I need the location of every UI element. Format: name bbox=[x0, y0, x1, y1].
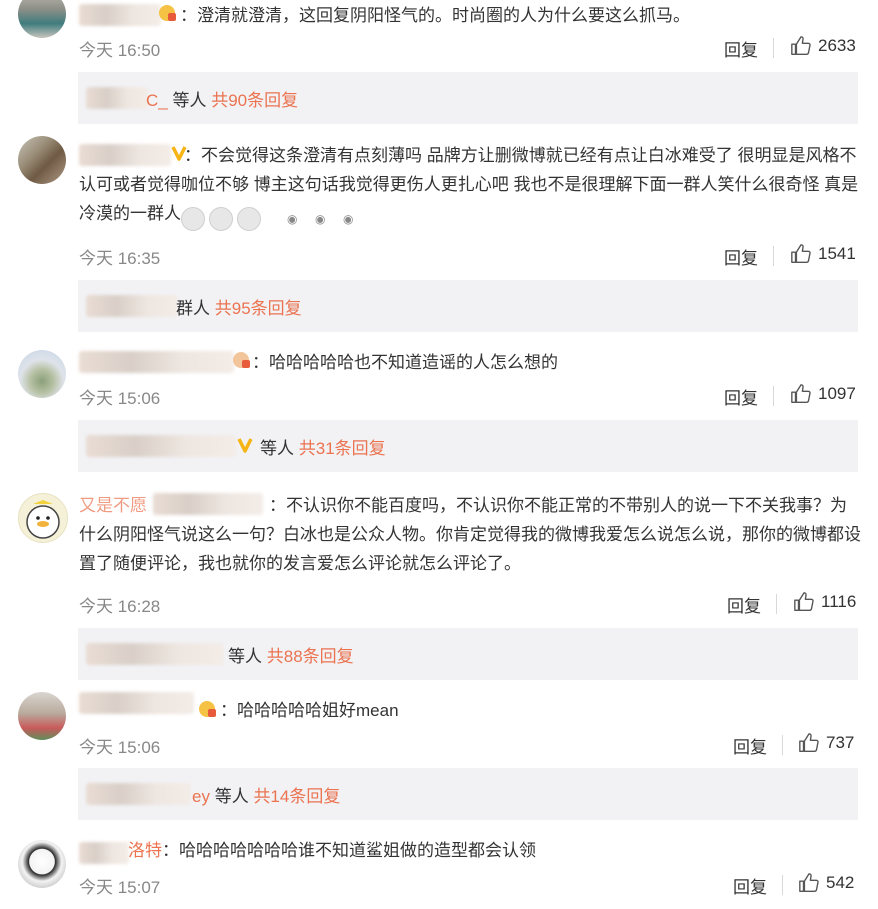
avatar[interactable] bbox=[18, 136, 66, 184]
reply-names-blurred bbox=[86, 783, 191, 805]
comment-item: 又是不愿 ：不认识你不能百度吗，不认识你不能正常的不带别人的说一下不关我事？为什么… bbox=[0, 480, 878, 680]
comment-item: ：哈哈哈哈哈也不知道造谣的人怎么想的 今天 15:06 回复 1097 等人 共… bbox=[0, 340, 878, 480]
reply-names-suffix: 等人 bbox=[214, 787, 249, 806]
comment-time: 今天 15:06 bbox=[79, 389, 161, 408]
like-count: 737 bbox=[826, 733, 855, 752]
avatar[interactable] bbox=[18, 840, 66, 888]
username-blurred[interactable] bbox=[79, 351, 234, 373]
comment-time: 今天 16:50 bbox=[79, 41, 161, 60]
comment-item: 洛特：哈哈哈哈哈哈哈谁不知道鲨姐做的造型都会认领 今天 15:07 回复 542 bbox=[0, 820, 878, 909]
like-button[interactable]: 2633 bbox=[790, 35, 856, 57]
like-button[interactable]: 1116 bbox=[793, 591, 856, 613]
avatar[interactable] bbox=[18, 0, 66, 38]
reply-names-suffix: 等人 bbox=[172, 91, 207, 110]
divider bbox=[776, 594, 777, 614]
reply-count-link[interactable]: 共88条回复 bbox=[267, 647, 354, 666]
comment-text: 洛特：哈哈哈哈哈哈哈谁不知道鲨姐做的造型都会认领 bbox=[128, 836, 828, 865]
reply-names-suffix: 等人 bbox=[260, 439, 294, 458]
crying-emoji-icon: ◉ bbox=[209, 207, 325, 231]
like-count: 1116 bbox=[821, 592, 857, 611]
comment-text: ：澄清就澄清，这回复阴阳怪气的。时尚圈的人为什么要这么抓马。 bbox=[180, 6, 690, 25]
reply-button[interactable]: 回复 bbox=[724, 244, 758, 269]
comment-text: ：哈哈哈哈哈也不知道造谣的人怎么想的 bbox=[252, 353, 558, 372]
thumbs-up-icon bbox=[794, 592, 814, 611]
username-visible-part[interactable]: 洛特 bbox=[128, 841, 162, 860]
reply-button[interactable]: 回复 bbox=[724, 384, 758, 409]
sub-replies-box[interactable]: 等人 共88条回复 bbox=[78, 628, 858, 680]
reply-button[interactable]: 回复 bbox=[724, 36, 758, 61]
thumbs-up-icon bbox=[791, 36, 811, 55]
sub-reply-summary: 等人 共31条回复 bbox=[260, 434, 386, 459]
like-count: 542 bbox=[826, 873, 855, 892]
sub-reply-summary: 等人 共88条回复 bbox=[228, 642, 354, 667]
thumbs-up-icon bbox=[799, 873, 819, 892]
username-blurred[interactable] bbox=[153, 493, 263, 515]
reply-button[interactable]: 回复 bbox=[727, 592, 761, 617]
vip-badge-icon bbox=[232, 351, 250, 371]
username-visible-part[interactable]: 又是不愿 bbox=[79, 496, 147, 515]
thumbs-up-icon bbox=[791, 384, 811, 403]
comment-text-body: ：哈哈哈哈哈哈哈谁不知道鲨姐做的造型都会认领 bbox=[162, 841, 536, 860]
vip-badge-icon bbox=[236, 436, 254, 456]
divider bbox=[782, 735, 783, 755]
comment-text: ：哈哈哈哈哈姐好mean bbox=[220, 701, 399, 720]
comment-time: 今天 15:07 bbox=[79, 878, 161, 897]
like-button[interactable]: 737 bbox=[798, 732, 854, 754]
reply-count-link[interactable]: 共90条回复 bbox=[211, 91, 298, 110]
thumbs-up-icon bbox=[791, 244, 811, 263]
duck-avatar-icon bbox=[26, 500, 60, 539]
like-button[interactable]: 1541 bbox=[790, 243, 856, 265]
reply-names-suffix: 等人 bbox=[228, 647, 262, 666]
avatar[interactable] bbox=[18, 350, 66, 398]
username-blurred[interactable] bbox=[79, 692, 194, 714]
avatar[interactable] bbox=[18, 493, 68, 543]
comment-time: 今天 16:35 bbox=[79, 249, 161, 268]
like-count: 2633 bbox=[818, 36, 856, 55]
comment-item: ：哈哈哈哈哈姐好mean 今天 15:06 回复 737 ey 等人 共14条回… bbox=[0, 680, 878, 820]
reply-name-tail: ey bbox=[192, 787, 210, 806]
comment-item: ：澄清就澄清，这回复阴阳怪气的。时尚圈的人为什么要这么抓马。 今天 16:50 … bbox=[0, 0, 878, 130]
crying-emoji-icon: ◉ bbox=[181, 207, 297, 231]
like-button[interactable]: 542 bbox=[798, 872, 854, 894]
sub-reply-summary: 群人 共95条回复 bbox=[176, 294, 302, 319]
like-count: 1097 bbox=[818, 384, 856, 403]
divider bbox=[773, 38, 774, 58]
sub-replies-box[interactable]: 群人 共95条回复 bbox=[78, 280, 858, 332]
sub-replies-box[interactable]: 等人 共31条回复 bbox=[78, 420, 858, 472]
vip-badge-icon bbox=[158, 4, 176, 24]
reply-names-suffix: 群人 bbox=[176, 299, 210, 318]
comment-text: 又是不愿 ：不认识你不能百度吗，不认识你不能正常的不带别人的说一下不关我事？为什么… bbox=[79, 489, 861, 578]
crying-emoji-icon: ◉ bbox=[237, 207, 353, 231]
like-button[interactable]: 1097 bbox=[790, 383, 856, 405]
reply-name-tail: C_ bbox=[146, 91, 168, 110]
sub-replies-box[interactable]: C_ 等人 共90条回复 bbox=[78, 72, 858, 124]
reply-count-link[interactable]: 共95条回复 bbox=[215, 299, 302, 318]
vip-badge-icon bbox=[198, 700, 216, 720]
divider bbox=[773, 386, 774, 406]
sub-reply-summary: C_ 等人 共90条回复 bbox=[146, 86, 298, 111]
reply-count-link[interactable]: 共14条回复 bbox=[253, 787, 340, 806]
comment-time: 今天 15:06 bbox=[79, 738, 161, 757]
reply-button[interactable]: 回复 bbox=[733, 873, 767, 898]
sub-replies-box[interactable]: ey 等人 共14条回复 bbox=[78, 768, 858, 820]
sub-reply-summary: ey 等人 共14条回复 bbox=[192, 782, 340, 807]
divider bbox=[773, 246, 774, 266]
reply-names-blurred bbox=[86, 643, 224, 665]
reply-names-blurred bbox=[86, 435, 236, 457]
reply-button[interactable]: 回复 bbox=[733, 733, 767, 758]
reply-count-link[interactable]: 共31条回复 bbox=[299, 439, 386, 458]
username-blurred[interactable] bbox=[79, 842, 129, 864]
avatar[interactable] bbox=[18, 692, 66, 740]
reply-names-blurred bbox=[86, 295, 178, 317]
divider bbox=[782, 875, 783, 895]
username-blurred[interactable] bbox=[79, 4, 161, 26]
comment-time: 今天 16:28 bbox=[79, 597, 161, 616]
like-count: 1541 bbox=[818, 244, 856, 263]
thumbs-up-icon bbox=[799, 733, 819, 752]
comment-item: ：不会觉得这条澄清有点刻薄吗 品牌方让删微博就已经有点让白冰难受了 很明显是风格… bbox=[0, 130, 878, 340]
comment-text: ：不会觉得这条澄清有点刻薄吗 品牌方让删微博就已经有点让白冰难受了 很明显是风格… bbox=[79, 141, 861, 231]
reply-names-blurred bbox=[86, 87, 148, 109]
